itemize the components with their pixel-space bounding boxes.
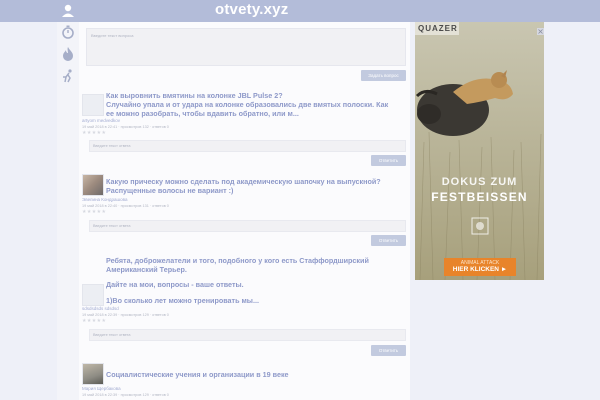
ad-headline-1: DOKUS ZUM <box>441 176 518 188</box>
question-meta: 19 май 2018 в 22:41 · просмотров 132 · о… <box>82 125 169 129</box>
reply-input[interactable]: Введите текст ответа <box>89 140 406 152</box>
ask-question-button[interactable]: Задать вопрос <box>361 70 406 81</box>
reply-input[interactable]: Введите текст ответа <box>89 329 406 341</box>
reply-button[interactable]: Ответить <box>371 345 406 356</box>
stopwatch-icon[interactable] <box>60 24 76 40</box>
fire-icon[interactable] <box>60 46 76 62</box>
question-author[interactable]: Мария Щербакова <box>82 386 121 391</box>
avatar[interactable] <box>82 94 104 116</box>
ask-question-placeholder: Введите текст вопроса <box>91 33 134 38</box>
site-title[interactable]: otvety.xyz <box>215 1 288 18</box>
reply-button[interactable]: Ответить <box>371 155 406 166</box>
ad-cta-bottom: HIER KLICKEN ► <box>452 266 508 273</box>
avatar[interactable] <box>82 174 104 196</box>
rating-stars[interactable]: ★★★★★ <box>82 318 106 324</box>
question-body[interactable]: 1)Во сколько лет можно тренировать мы... <box>106 296 386 305</box>
question-meta: 19 май 2018 в 22:39 · просмотров 129 · о… <box>82 313 169 317</box>
question-body[interactable]: Дайте на мои, вопросы - ваше ответы. <box>106 280 386 289</box>
rating-stars[interactable]: ★★★★★ <box>82 130 106 136</box>
reply-placeholder: Введите текст ответа <box>93 333 131 337</box>
advertisement-banner[interactable]: QUAZER DOKUS ZUM FESTBEISSEN ANIMAL ATTA… <box>415 22 544 280</box>
reply-input[interactable]: Введите текст ответа <box>89 220 406 232</box>
question-title[interactable]: Ребята, доброжелатели и того, подобного … <box>106 256 386 274</box>
running-person-icon[interactable] <box>60 68 76 84</box>
question-meta: 19 май 2018 в 22:40 · просмотров 131 · о… <box>82 204 169 208</box>
rating-stars[interactable]: ★★★★★ <box>82 209 106 215</box>
ask-question-input[interactable]: Введите текст вопроса <box>86 28 406 66</box>
avatar[interactable] <box>82 284 104 306</box>
question-title[interactable]: Как выровнить вмятины на колонке JBL Pul… <box>106 91 396 100</box>
avatar[interactable] <box>82 363 104 385</box>
reply-placeholder: Введите текст ответа <box>93 224 131 228</box>
question-author[interactable]: artyom medvedkov <box>82 118 120 123</box>
ad-headline-2: FESTBEISSEN <box>431 190 528 204</box>
ad-cta-button[interactable]: ANIMAL ATTACK HIER KLICKEN ► <box>444 258 516 276</box>
ad-close-icon[interactable] <box>537 22 544 35</box>
user-icon[interactable] <box>58 1 78 21</box>
question-author[interactable]: Эвелина Кондрашова <box>82 197 128 202</box>
question-title[interactable]: Какую прическу можно сделать под академи… <box>106 177 396 195</box>
question-meta: 19 май 2018 в 22:39 · просмотров 129 · о… <box>82 393 169 397</box>
question-author[interactable]: sdsdsdsds sdsdsd <box>82 306 119 311</box>
top-bar <box>0 0 600 22</box>
question-body[interactable]: Случайно упала и от удара на колонке обр… <box>106 100 398 118</box>
question-title[interactable]: Социалистические учения и организации в … <box>106 370 396 379</box>
reply-button[interactable]: Ответить <box>371 235 406 246</box>
reply-placeholder: Введите текст ответа <box>93 144 131 148</box>
left-nav <box>57 22 79 400</box>
ad-brand: QUAZER <box>418 24 458 33</box>
